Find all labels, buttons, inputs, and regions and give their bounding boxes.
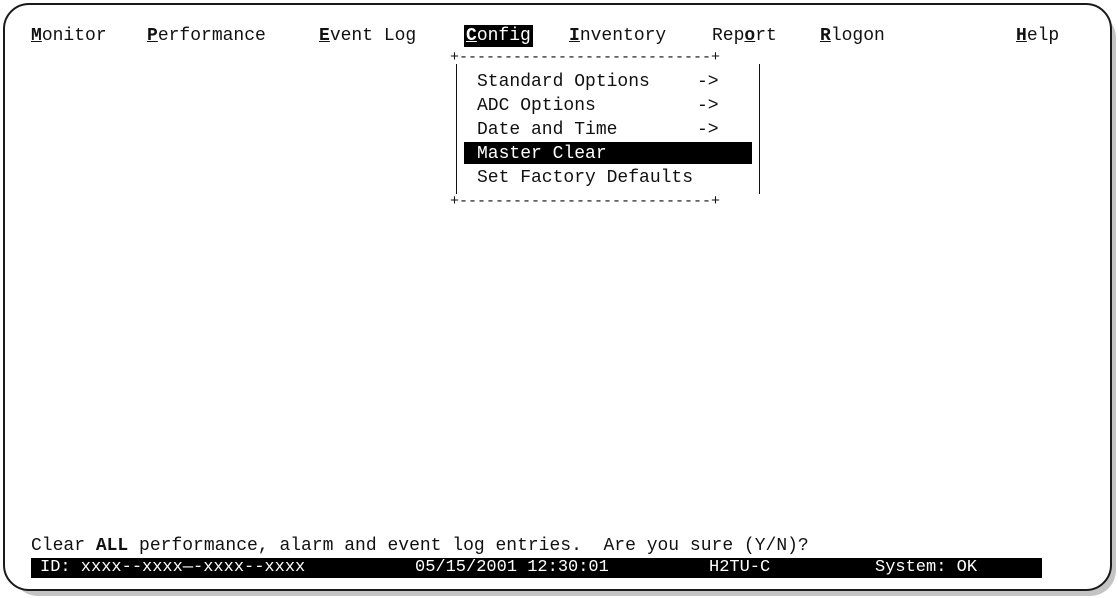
dropdown-right-border: [759, 64, 760, 194]
status-id: ID: xxxx--xxxx—-xxxx--xxxx: [40, 558, 306, 577]
menu-hotkey: o: [744, 26, 756, 46]
dropdown-item-standard-options[interactable]: Standard Options: [477, 71, 650, 93]
menu-label-part: erformance: [157, 26, 266, 46]
dropdown-item-arrow: ->: [697, 72, 719, 92]
dropdown-top-border: +----------------------------+: [450, 49, 721, 66]
dropdown-item-master-clear[interactable]: Master Clear: [477, 143, 607, 165]
prompt-text-before: Clear: [31, 536, 96, 556]
menu-inventory[interactable]: Inventory: [569, 25, 666, 47]
menu-hotkey: H: [1016, 26, 1027, 46]
menu-hotkey: C: [466, 26, 477, 46]
menu-help[interactable]: Help: [1016, 25, 1059, 47]
dropdown-item-label: Set Factory Defaults: [477, 168, 694, 188]
menu-label-part: onfig: [476, 26, 531, 46]
dropdown-item-label: ADC Options: [477, 96, 596, 116]
dropdown-item-label: Master Clear: [477, 144, 607, 164]
status-unit: H2TU-C: [709, 558, 771, 577]
menu-hotkey: R: [820, 26, 831, 46]
menu-label-part: onitor: [41, 26, 107, 46]
menu-report[interactable]: Report: [712, 25, 777, 47]
dropdown-item-date-and-time[interactable]: Date and Time: [477, 119, 617, 141]
prompt-text-after: performance, alarm and event log entries…: [128, 536, 809, 556]
menu-label-part: logon: [830, 26, 885, 46]
dropdown-item-label: Date and Time: [477, 120, 618, 140]
menu-hotkey: I: [569, 26, 580, 46]
dropdown-bottom-border: +----------------------------+: [450, 193, 721, 210]
dropdown-item-label: Standard Options: [477, 72, 650, 92]
status-bar: ID: xxxx--xxxx—-xxxx--xxxx 05/15/2001 12…: [31, 558, 1042, 578]
menu-rlogon[interactable]: Rlogon: [820, 25, 885, 47]
confirm-prompt: Clear ALL performance, alarm and event l…: [31, 535, 809, 557]
menu-label-part: vent Log: [329, 26, 417, 46]
menu-label-part: nventory: [579, 26, 667, 46]
menu-hotkey: P: [147, 26, 158, 46]
dropdown-item-adc-options[interactable]: ADC Options: [477, 95, 596, 117]
menu-monitor[interactable]: Monitor: [31, 25, 107, 47]
menu-event-log[interactable]: Event Log: [319, 25, 416, 47]
dropdown-item-arrow: ->: [697, 96, 719, 116]
dropdown-left-border: [456, 64, 457, 194]
menu-label-part: elp: [1026, 26, 1060, 46]
status-system: System: OK: [875, 558, 978, 577]
menu-performance[interactable]: Performance: [147, 25, 266, 47]
dropdown-item-arrow: ->: [697, 120, 719, 140]
menu-hotkey: E: [319, 26, 330, 46]
status-datetime: 05/15/2001 12:30:01: [415, 558, 609, 577]
menu-label-part: rt: [755, 26, 777, 46]
menu-config[interactable]: Config: [464, 25, 533, 47]
menu-label-part: Rep: [712, 26, 745, 46]
dropdown-item-set-factory-defaults[interactable]: Set Factory Defaults: [477, 167, 693, 189]
prompt-emphasis: ALL: [95, 536, 129, 556]
menu-hotkey: M: [31, 26, 42, 46]
